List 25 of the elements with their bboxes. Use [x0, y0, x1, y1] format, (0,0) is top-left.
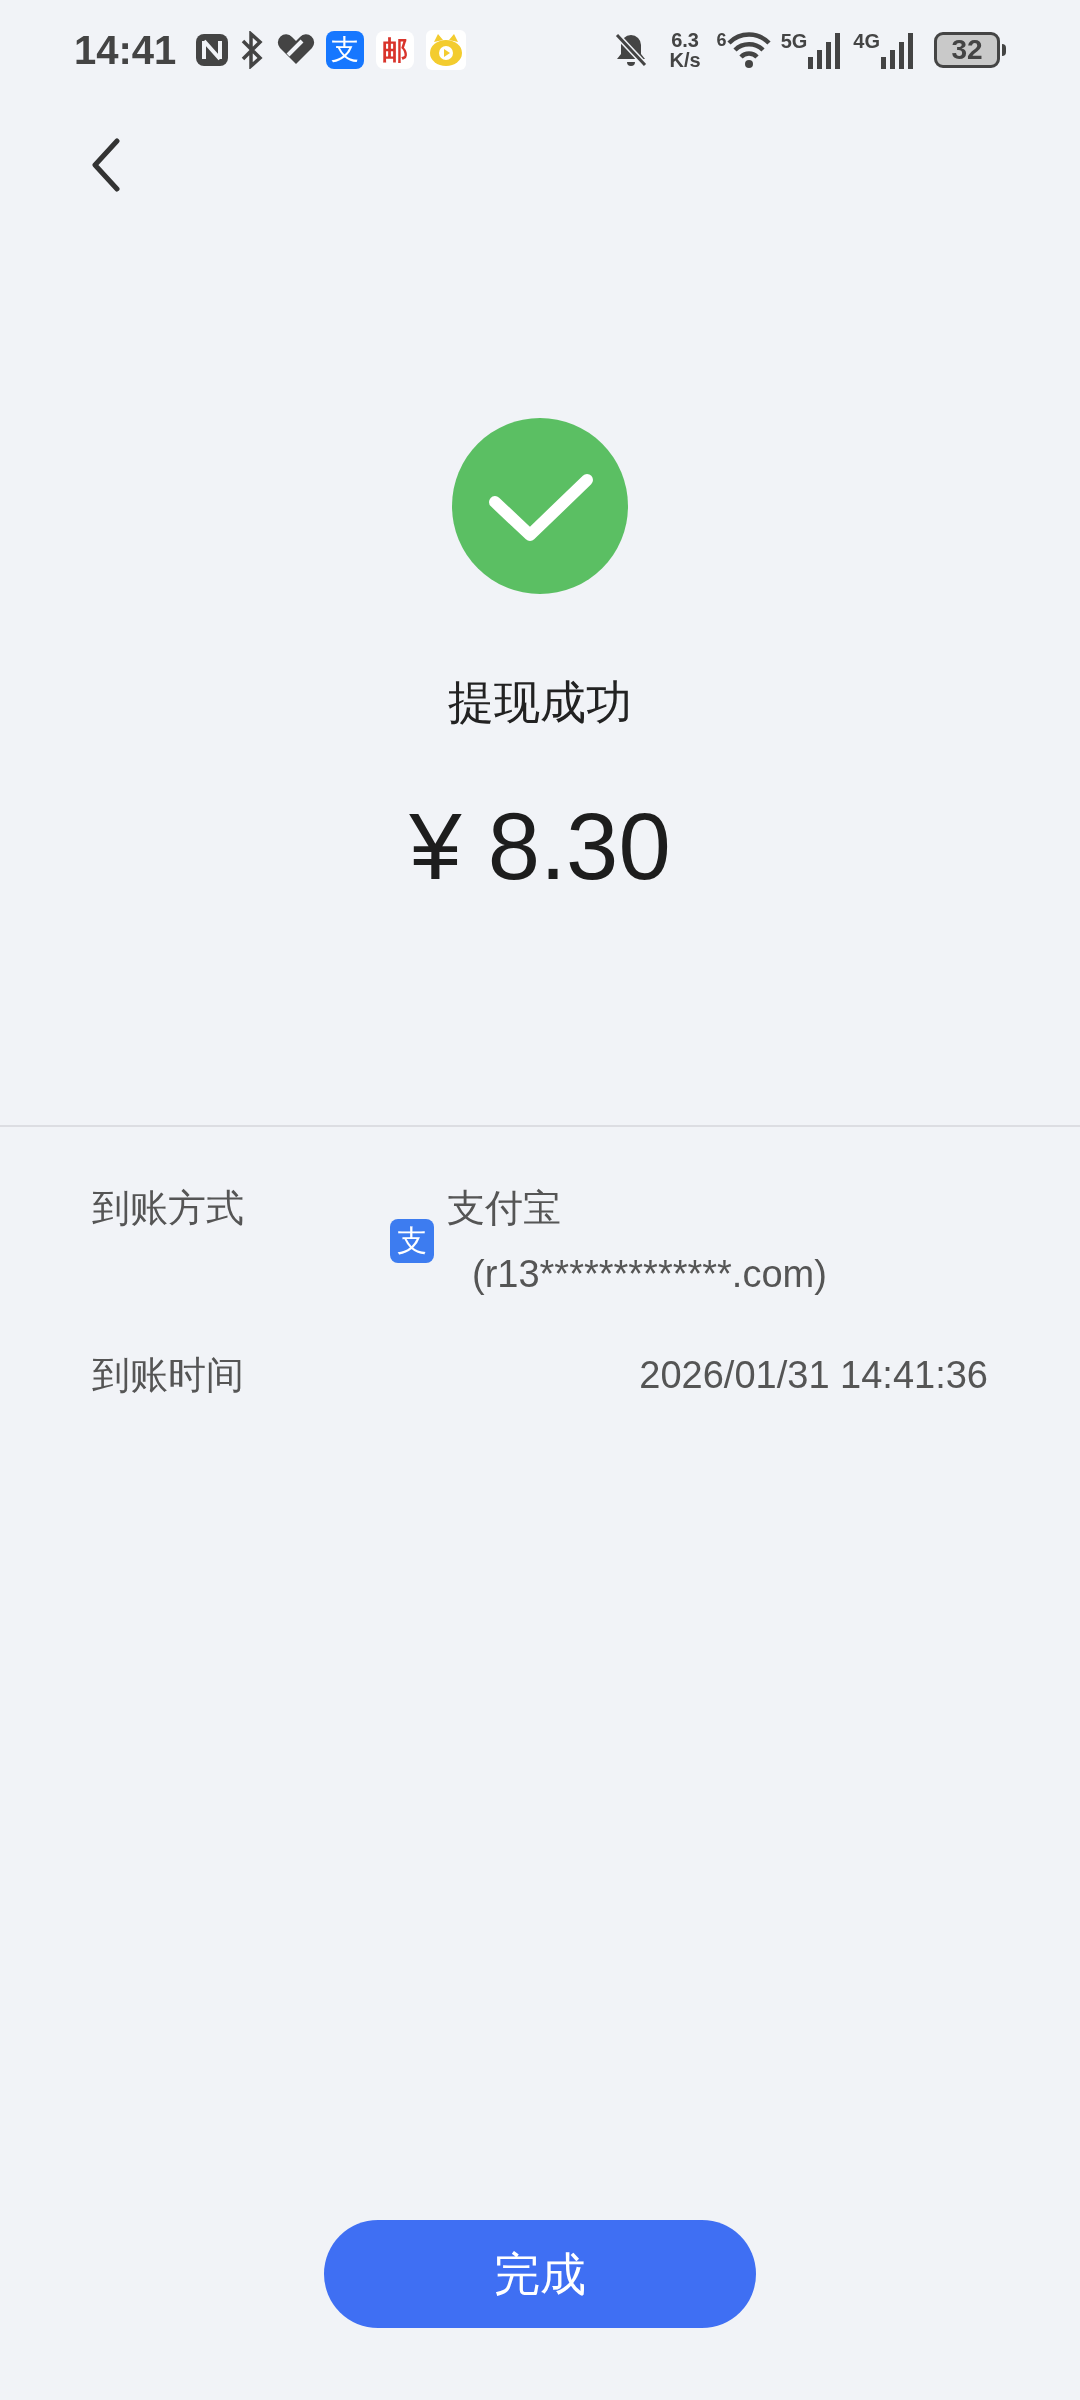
battery-icon: 32 [934, 32, 1000, 68]
nfc-icon [194, 32, 231, 68]
detail-value: 2026/01/31 14:41:36 [639, 1353, 988, 1398]
network-speed: 6.3 [671, 30, 699, 50]
account-text: (r13*************.com) [471, 1252, 827, 1297]
app-icon [426, 30, 467, 70]
detail-label: 到账时间 [92, 1353, 245, 1398]
app-icon: 邮 [376, 31, 415, 69]
heart-icon [276, 33, 317, 67]
network-type: 5G [780, 31, 808, 51]
withdraw-amount: ¥ 8.30 [409, 800, 671, 894]
signal-icon [880, 31, 916, 69]
wifi-icon [726, 31, 771, 69]
result-title: 提现成功 [448, 679, 632, 725]
alipay-icon: 支 [390, 1219, 434, 1263]
success-check-icon [452, 418, 628, 594]
detail-value: 支付宝 [447, 1186, 562, 1231]
bluetooth-icon [240, 31, 265, 69]
done-button[interactable]: 完成 [324, 2220, 756, 2328]
detail-label: 到账方式 [92, 1186, 245, 1231]
network-speed-unit: K/s [669, 50, 701, 70]
app-icon: 支 [326, 31, 365, 69]
wifi-label: 6 [716, 31, 727, 49]
status-time: 14:41 [74, 27, 177, 74]
network-type: 4G [853, 31, 880, 51]
